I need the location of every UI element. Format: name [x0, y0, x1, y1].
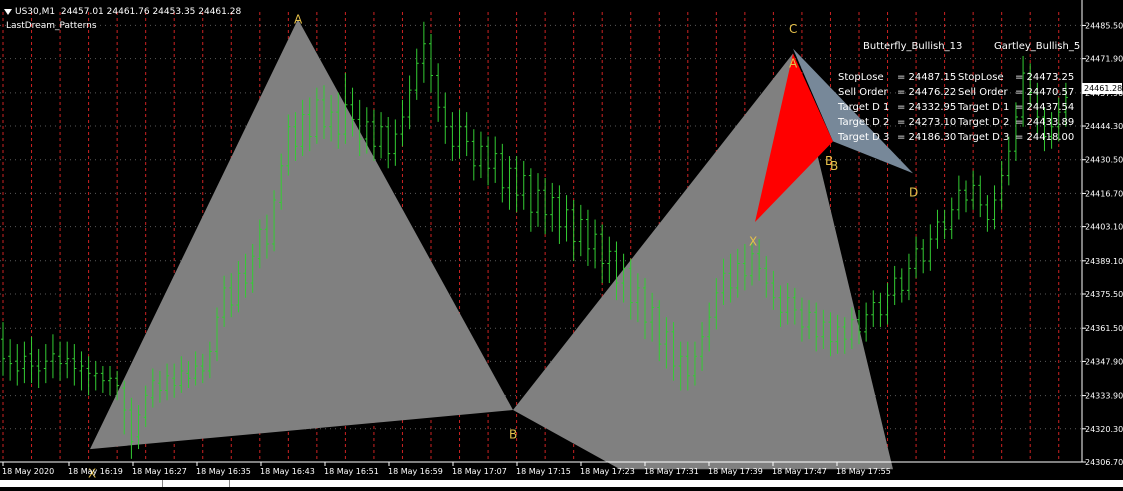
pattern-point-label: D	[909, 186, 918, 200]
y-tick-label: 24403.10	[1085, 223, 1123, 232]
pattern-point-label: A	[294, 12, 303, 26]
panel-r-val: = 24470.57	[1015, 87, 1075, 98]
panel-l-label: StopLose	[838, 72, 884, 83]
panel-l-val: = 24332.95	[897, 102, 957, 113]
panel-l-val: = 24273.10	[897, 117, 957, 128]
pattern-point-label: A	[789, 56, 798, 70]
butterfly-xab-triangle	[90, 19, 513, 450]
x-tick-label: 18 May 16:51	[324, 467, 379, 476]
symbol-name: US30,M1	[15, 7, 56, 17]
x-tick-label: 18 May 17:31	[644, 467, 699, 476]
x-tick-label: 18 May 17:39	[708, 467, 763, 476]
y-tick-label: 24333.90	[1085, 392, 1123, 401]
panel-l-label: Sell Order	[838, 87, 888, 98]
panel-r-label: Target D 1	[958, 102, 1010, 113]
y-tick-label: 24306.70	[1085, 458, 1123, 467]
harmonic-patterns	[90, 19, 913, 470]
panel-l-val: = 24186.30	[897, 132, 957, 143]
y-tick-label: 24389.10	[1085, 257, 1123, 266]
chart-tabs-bar[interactable]	[0, 480, 1123, 487]
y-tick-label: 24361.50	[1085, 324, 1123, 333]
panel-r-label: Target D 2	[958, 117, 1010, 128]
current-price-tag: 24461.28	[1082, 83, 1123, 94]
panel-l-val: = 24476.22	[897, 87, 957, 98]
x-tick-label: 18 May 16:19	[68, 467, 123, 476]
x-tick-label: 18 May 2020	[2, 467, 54, 476]
x-tick-label: 18 May 16:43	[260, 467, 315, 476]
y-tick-label: 24320.30	[1085, 425, 1123, 434]
panel-l-label: Target D 3	[838, 132, 890, 143]
pattern-point-label: C	[789, 22, 797, 36]
x-tick-label: 18 May 16:35	[196, 467, 251, 476]
pattern-point-label: X	[749, 235, 757, 249]
panel-title-left: Butterfly_Bullish_13	[863, 41, 963, 52]
y-tick-label: 24471.90	[1085, 55, 1123, 64]
x-tick-label: 18 May 16:59	[388, 467, 443, 476]
panel-r-val: = 24437.54	[1015, 102, 1075, 113]
panel-r-label: Sell Order	[958, 87, 1008, 98]
panel-r-val: = 24418.00	[1015, 132, 1075, 143]
symbol-header: US30,M1 24457.01 24461.76 24453.35 24461…	[4, 7, 241, 17]
x-tick-label: 18 May 17:07	[452, 467, 507, 476]
x-tick-label: 18 May 17:55	[836, 467, 891, 476]
pattern-point-label: B	[509, 427, 517, 441]
panel-r-val: = 24473.25	[1015, 72, 1075, 83]
y-tick-label: 24375.50	[1085, 290, 1123, 299]
x-tick-label: 18 May 17:23	[580, 467, 635, 476]
collapse-triangle-icon[interactable]	[4, 8, 12, 15]
pattern-point-label: B	[825, 154, 833, 168]
x-tick-label: 18 May 17:15	[516, 467, 571, 476]
x-tick-label: 18 May 17:47	[772, 467, 827, 476]
panel-r-label: StopLose	[958, 72, 1004, 83]
y-tick-label: 24430.50	[1085, 156, 1123, 165]
panel-title-right: Gartley_Bullish_5	[994, 41, 1081, 52]
y-tick-label: 24485.50	[1085, 21, 1123, 30]
panel-r-val: = 24433.89	[1015, 117, 1075, 128]
panel-l-label: Target D 2	[838, 117, 890, 128]
panel-r-label: Target D 3	[958, 132, 1010, 143]
indicator-name: LastDream_Patterns	[6, 21, 97, 31]
panel-l-label: Target D 1	[838, 102, 890, 113]
panel-l-val: = 24487.15	[897, 72, 957, 83]
chart-tab[interactable]	[0, 480, 163, 487]
chart-tab[interactable]	[163, 480, 230, 487]
y-tick-label: 24416.70	[1085, 189, 1123, 198]
y-tick-label: 24347.90	[1085, 357, 1123, 366]
y-tick-label: 24444.30	[1085, 122, 1123, 131]
ohlc-values: 24457.01 24461.76 24453.35 24461.28	[60, 7, 242, 17]
x-tick-label: 18 May 16:27	[132, 467, 187, 476]
